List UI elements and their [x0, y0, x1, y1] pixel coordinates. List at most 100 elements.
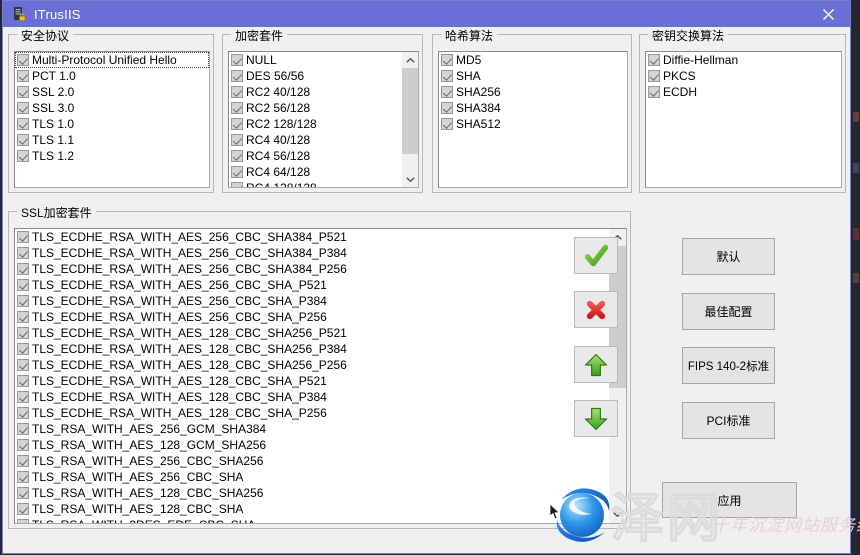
fips-standard-button[interactable]: FIPS 140-2标准 [682, 347, 775, 384]
hash-list-item[interactable]: SHA256 [439, 84, 627, 100]
checkbox-checked-icon[interactable] [17, 118, 29, 130]
hash-list-item[interactable]: SHA [439, 68, 627, 84]
checkbox-checked-icon[interactable] [441, 102, 453, 114]
ssl-suite-list-item[interactable]: TLS_RSA_WITH_AES_256_CBC_SHA [15, 469, 626, 485]
ssl-suite-list-item[interactable]: TLS_RSA_WITH_AES_128_CBC_SHA256 [15, 485, 626, 501]
protocol-list-item[interactable]: SSL 2.0 [15, 84, 209, 100]
checkbox-checked-icon[interactable] [231, 86, 243, 98]
key-exchange-list-item[interactable]: Diffie-Hellman [646, 52, 841, 68]
ssl-suite-list-item[interactable]: TLS_RSA_WITH_3DES_EDE_CBC_SHA [15, 517, 626, 524]
checkbox-checked-icon[interactable] [17, 327, 29, 339]
checkbox-checked-icon[interactable] [441, 118, 453, 130]
checkbox-checked-icon[interactable] [17, 311, 29, 323]
checkbox-checked-icon[interactable] [231, 166, 243, 178]
ssl-suite-list-item[interactable]: TLS_ECDHE_RSA_WITH_AES_128_CBC_SHA_P521 [15, 373, 626, 389]
ssl-suite-list-item[interactable]: TLS_ECDHE_RSA_WITH_AES_128_CBC_SHA256_P3… [15, 341, 626, 357]
checkbox-checked-icon[interactable] [17, 150, 29, 162]
title-bar[interactable]: ITrusIIS [3, 1, 850, 27]
checkbox-checked-icon[interactable] [231, 54, 243, 66]
checkbox-checked-icon[interactable] [17, 487, 29, 499]
checkbox-checked-icon[interactable] [231, 118, 243, 130]
cipher-list-item[interactable]: RC4 128/128 [229, 180, 418, 188]
cipher-list-item[interactable]: RC4 40/128 [229, 132, 418, 148]
ssl-suite-list-item[interactable]: TLS_ECDHE_RSA_WITH_AES_128_CBC_SHA_P384 [15, 389, 626, 405]
checkbox-checked-icon[interactable] [17, 279, 29, 291]
apply-button[interactable]: 应用 [662, 482, 797, 518]
enable-selected-button[interactable] [574, 237, 618, 274]
checkbox-checked-icon[interactable] [17, 503, 29, 515]
hash-list-item[interactable]: MD5 [439, 52, 627, 68]
key-exchange-list[interactable]: Diffie-Hellman PKCS ECDH [645, 51, 842, 188]
move-down-button[interactable] [574, 400, 618, 437]
scroll-down-icon[interactable] [609, 506, 626, 523]
ssl-suite-list-item[interactable]: TLS_ECDHE_RSA_WITH_AES_256_CBC_SHA_P521 [15, 277, 626, 293]
checkbox-checked-icon[interactable] [17, 86, 29, 98]
hash-list[interactable]: MD5 SHA SHA256 SHA384 [438, 51, 628, 188]
protocol-list-item[interactable]: SSL 3.0 [15, 100, 209, 116]
checkbox-checked-icon[interactable] [231, 182, 243, 188]
ssl-suite-list-item[interactable]: TLS_ECDHE_RSA_WITH_AES_256_CBC_SHA384_P3… [15, 245, 626, 261]
cipher-list[interactable]: NULL DES 56/56 RC2 40/128 RC2 56 [228, 51, 419, 188]
checkbox-checked-icon[interactable] [17, 295, 29, 307]
checkbox-checked-icon[interactable] [231, 150, 243, 162]
ssl-suite-list-item[interactable]: TLS_ECDHE_RSA_WITH_AES_256_CBC_SHA_P384 [15, 293, 626, 309]
hash-list-item[interactable]: SHA384 [439, 100, 627, 116]
cipher-list-item[interactable]: DES 56/56 [229, 68, 418, 84]
ssl-suite-list-item[interactable]: TLS_RSA_WITH_AES_128_CBC_SHA [15, 501, 626, 517]
protocol-list-item[interactable]: PCT 1.0 [15, 68, 209, 84]
ssl-suite-list-item[interactable]: TLS_ECDHE_RSA_WITH_AES_128_CBC_SHA256_P2… [15, 357, 626, 373]
checkbox-checked-icon[interactable] [17, 343, 29, 355]
checkbox-checked-icon[interactable] [17, 54, 29, 66]
ssl-suite-list-item[interactable]: TLS_ECDHE_RSA_WITH_AES_256_CBC_SHA384_P5… [15, 229, 626, 245]
checkbox-checked-icon[interactable] [17, 263, 29, 275]
scroll-down-icon[interactable] [402, 171, 418, 187]
ssl-suite-list-item[interactable]: TLS_ECDHE_RSA_WITH_AES_128_CBC_SHA256_P5… [15, 325, 626, 341]
checkbox-checked-icon[interactable] [17, 455, 29, 467]
protocol-list-item[interactable]: Multi-Protocol Unified Hello [15, 52, 209, 68]
checkbox-checked-icon[interactable] [17, 102, 29, 114]
hash-list-item[interactable]: SHA512 [439, 116, 627, 132]
checkbox-checked-icon[interactable] [441, 54, 453, 66]
cipher-list-item[interactable]: RC4 64/128 [229, 164, 418, 180]
ssl-suite-list-item[interactable]: TLS_RSA_WITH_AES_256_CBC_SHA256 [15, 453, 626, 469]
key-exchange-list-item[interactable]: PKCS [646, 68, 841, 84]
checkbox-checked-icon[interactable] [17, 375, 29, 387]
checkbox-checked-icon[interactable] [17, 70, 29, 82]
disable-selected-button[interactable] [574, 291, 618, 328]
protocol-list-item[interactable]: TLS 1.2 [15, 148, 209, 164]
close-button[interactable] [806, 1, 850, 27]
protocol-list-item[interactable]: TLS 1.1 [15, 132, 209, 148]
best-config-button[interactable]: 最佳配置 [682, 293, 775, 330]
checkbox-checked-icon[interactable] [17, 407, 29, 419]
cipher-list-item[interactable]: RC2 40/128 [229, 84, 418, 100]
move-up-button[interactable] [574, 346, 618, 383]
checkbox-checked-icon[interactable] [231, 134, 243, 146]
protocol-list[interactable]: Multi-Protocol Unified Hello PCT 1.0 SSL… [14, 51, 210, 188]
cipher-list-item[interactable]: RC4 56/128 [229, 148, 418, 164]
checkbox-checked-icon[interactable] [231, 70, 243, 82]
ssl-suite-list[interactable]: TLS_ECDHE_RSA_WITH_AES_256_CBC_SHA384_P5… [14, 228, 627, 524]
ssl-suite-list-item[interactable]: TLS_RSA_WITH_AES_256_GCM_SHA384 [15, 421, 626, 437]
checkbox-checked-icon[interactable] [17, 247, 29, 259]
default-button[interactable]: 默认 [682, 238, 775, 275]
pci-standard-button[interactable]: PCI标准 [682, 402, 775, 439]
ssl-suite-list-item[interactable]: TLS_RSA_WITH_AES_128_GCM_SHA256 [15, 437, 626, 453]
checkbox-checked-icon[interactable] [17, 471, 29, 483]
checkbox-checked-icon[interactable] [648, 86, 660, 98]
checkbox-checked-icon[interactable] [17, 134, 29, 146]
checkbox-checked-icon[interactable] [17, 519, 29, 524]
protocol-list-item[interactable]: TLS 1.0 [15, 116, 209, 132]
ssl-suite-list-item[interactable]: TLS_ECDHE_RSA_WITH_AES_256_CBC_SHA_P256 [15, 309, 626, 325]
cipher-list-item[interactable]: RC2 128/128 [229, 116, 418, 132]
checkbox-checked-icon[interactable] [17, 359, 29, 371]
scrollbar-thumb[interactable] [402, 68, 418, 154]
checkbox-checked-icon[interactable] [648, 70, 660, 82]
checkbox-checked-icon[interactable] [17, 423, 29, 435]
key-exchange-list-item[interactable]: ECDH [646, 84, 841, 100]
cipher-list-item[interactable]: NULL [229, 52, 418, 68]
checkbox-checked-icon[interactable] [17, 391, 29, 403]
checkbox-checked-icon[interactable] [231, 102, 243, 114]
checkbox-checked-icon[interactable] [441, 86, 453, 98]
checkbox-checked-icon[interactable] [441, 70, 453, 82]
scroll-up-icon[interactable] [402, 52, 418, 68]
